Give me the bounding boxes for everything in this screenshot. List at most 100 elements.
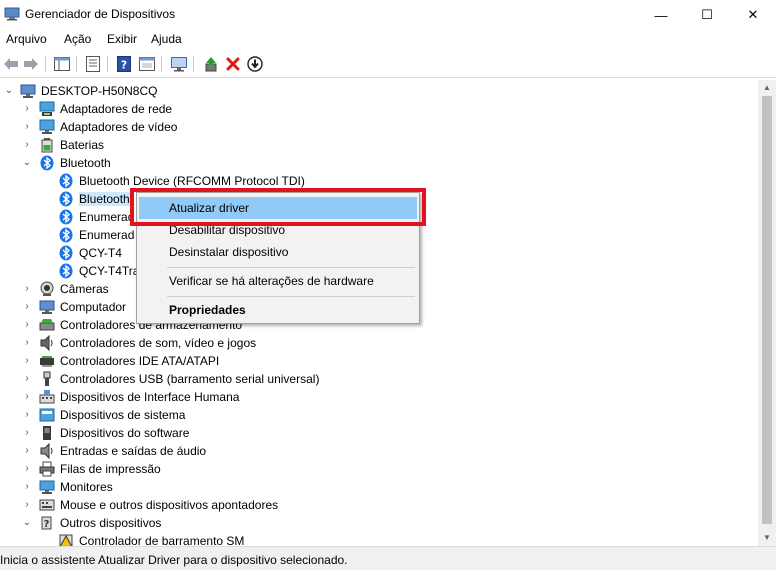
remove-device-icon[interactable] [224,55,242,73]
tree-item-label: Mouse e outros dispositivos apontadores [60,498,279,512]
enable-device-icon[interactable] [202,55,220,73]
tree-item-label: Bluetooth Device (RFCOMM Protocol TDI) [79,174,305,188]
view-window-icon[interactable] [138,55,156,73]
back-arrow-icon[interactable] [2,55,20,73]
scan-monitor-icon[interactable] [170,55,188,73]
bluetooth-icon [59,245,73,261]
toolbar-separator [161,56,162,72]
tree-item-mice[interactable]: › Mouse e outros dispositivos apontadore… [0,496,758,514]
scan-hardware-menu-item[interactable]: Verificar se há alterações de hardware [139,270,417,292]
tree-item-label: Outros dispositivos [60,516,162,530]
chevron-right-icon[interactable]: › [22,337,32,349]
menu-item-label: Desinstalar dispositivo [169,245,289,259]
tree-item-hid[interactable]: › Dispositivos de Interface Humana [0,388,758,406]
status-text: Inicia o assistente Atualizar Driver par… [0,553,348,567]
maximize-button[interactable]: ☐ [684,0,730,30]
tree-item-label: Dispositivos de sistema [60,408,186,422]
chevron-right-icon[interactable]: › [22,499,32,511]
tree-item-ide-controllers[interactable]: › Controladores IDE ATA/ATAPI [0,352,758,370]
chevron-right-icon[interactable]: › [22,301,32,313]
tree-item-audio-io[interactable]: › Entradas e saídas de áudio [0,442,758,460]
bluetooth-icon [59,209,73,225]
unknown-device-icon: ? [41,516,52,530]
console-tree-icon[interactable] [53,55,71,73]
tree-item-sm-bus-controller[interactable]: Controlador de barramento SM [0,532,758,546]
speaker-icon [40,335,53,351]
human-interface-icon [39,390,55,404]
tree-item-monitors[interactable]: › Monitores [0,478,758,496]
chevron-down-icon[interactable]: ⌄ [22,517,32,529]
chevron-right-icon[interactable]: › [22,427,32,439]
tree-item-label: Dispositivos do software [60,426,190,440]
tree-item-other-devices[interactable]: ⌄ ? Outros dispositivos [0,514,758,532]
menu-separator [167,267,415,268]
menu-file[interactable]: Arquivo [6,32,47,46]
scrollbar-thumb[interactable] [762,96,772,524]
tree-item-print-queues[interactable]: › Filas de impressão [0,460,758,478]
toolbar-separator [107,56,108,72]
tree-item-sound-controllers[interactable]: › Controladores de som, vídeo e jogos [0,334,758,352]
chevron-right-icon[interactable]: › [22,481,32,493]
tree-item-label: Entradas e saídas de áudio [60,444,207,458]
tree-root[interactable]: ⌄ DESKTOP-H50N8CQ [0,82,758,100]
tree-item-label: Enumerad [79,210,135,224]
tree-item-label: Controladores USB (barramento serial uni… [60,372,320,386]
tree-item-label: Bluetooth [79,192,130,206]
menu-action[interactable]: Ação [64,32,91,46]
device-manager-icon [4,7,20,21]
ide-controller-icon [40,356,54,367]
tree-item-label: Computador [60,300,127,314]
chevron-right-icon[interactable]: › [22,139,32,151]
scroll-up-icon[interactable]: ▲ [758,80,776,96]
tree-item-software-devices[interactable]: › Dispositivos do software [0,424,758,442]
audio-io-icon [40,443,53,459]
update-driver-icon[interactable] [246,55,264,73]
menu-bar: Arquivo Ação Exibir Ajuda [0,30,776,50]
monitor-icon [39,480,55,494]
close-button[interactable]: ✕ [730,0,776,30]
chevron-right-icon[interactable]: › [22,355,32,367]
chevron-down-icon[interactable]: ⌄ [22,157,32,169]
tree-item-bluetooth[interactable]: ⌄ Bluetooth [0,154,758,172]
forward-arrow-icon[interactable] [22,55,40,73]
scroll-down-icon[interactable]: ▼ [758,530,776,546]
chevron-right-icon[interactable]: › [22,121,32,133]
toolbar-separator [193,56,194,72]
toolbar-separator [45,56,46,72]
tree-item-label: Controladores IDE ATA/ATAPI [60,354,220,368]
menu-item-label: Propriedades [169,303,246,317]
toolbar: ? [0,50,776,78]
help-icon[interactable]: ? [115,55,133,73]
chevron-right-icon[interactable]: › [22,409,32,421]
display-adapter-icon [39,119,55,134]
tree-item-batteries[interactable]: › Baterias [0,136,758,154]
menu-help[interactable]: Ajuda [151,32,182,46]
tree-item-network-adapters[interactable]: › Adaptadores de rede [0,100,758,118]
bluetooth-icon [59,227,73,243]
computer-icon [20,84,36,98]
properties-menu-item[interactable]: Propriedades [139,299,417,321]
chevron-right-icon[interactable]: › [22,391,32,403]
tree-item-system-devices[interactable]: › Dispositivos de sistema [0,406,758,424]
tree-item-label: QCY-T4 [79,246,122,260]
tree-item-display-adapters[interactable]: › Adaptadores de vídeo [0,118,758,136]
uninstall-device-menu-item[interactable]: Desinstalar dispositivo [139,241,417,263]
properties-sheet-icon[interactable] [84,55,102,73]
tree-item-label: Câmeras [60,282,109,296]
window-title: Gerenciador de Dispositivos [25,7,176,21]
chevron-right-icon[interactable]: › [22,463,32,475]
tree-item-label: Filas de impressão [60,462,161,476]
tree-item-usb-controllers[interactable]: › Controladores USB (barramento serial u… [0,370,758,388]
tree-item-label: Controlador de barramento SM [79,534,245,546]
minimize-button[interactable]: — [638,0,684,30]
chevron-right-icon[interactable]: › [22,319,32,331]
chevron-right-icon[interactable]: › [22,283,32,295]
menu-view[interactable]: Exibir [107,32,137,46]
chevron-right-icon[interactable]: › [22,103,32,115]
vertical-scrollbar[interactable]: ▲ ▼ [758,80,776,546]
chevron-right-icon[interactable]: › [22,373,32,385]
chevron-down-icon[interactable]: ⌄ [4,85,14,97]
chevron-right-icon[interactable]: › [22,445,32,457]
tree-root-label: DESKTOP-H50N8CQ [41,84,158,98]
tree-item-label: QCY-T4Tra [79,264,140,278]
